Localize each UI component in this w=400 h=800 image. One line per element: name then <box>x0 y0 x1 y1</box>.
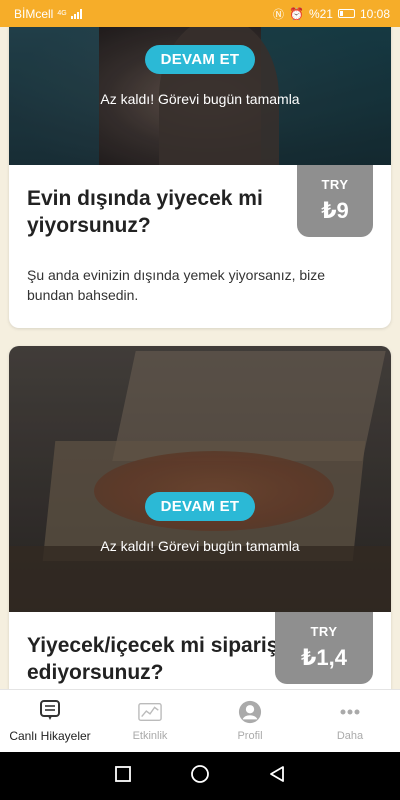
battery-icon <box>337 9 355 18</box>
price-amount: ₺1,4 <box>301 645 347 670</box>
nav-label: Profil <box>237 730 263 742</box>
nav-live-stories[interactable]: Canlı Hikayeler <box>0 690 100 752</box>
nav-label: Daha <box>336 730 364 742</box>
chat-bubble-icon <box>38 699 62 723</box>
story-description: Şu anda evinizin dışında yemek yiyorsanı… <box>27 267 326 303</box>
more-dots-icon <box>338 700 362 724</box>
alarm-icon: ⏰ <box>288 6 304 21</box>
nfc-icon: Ⓝ <box>272 8 284 21</box>
back-icon[interactable] <box>268 765 286 788</box>
network-type: 4G <box>57 10 67 17</box>
system-nav-bar <box>0 752 400 800</box>
nav-profile[interactable]: Profil <box>200 690 300 752</box>
price-currency: TRY <box>310 624 338 639</box>
clock-time: 10:08 <box>359 6 390 21</box>
cta-note: Az kaldı! Görevi bugün tamamla <box>100 91 300 107</box>
story-card[interactable]: DEVAM ET Az kaldı! Görevi bugün tamamla … <box>9 27 391 328</box>
activity-chart-icon <box>138 700 162 724</box>
story-card-image: DEVAM ET Az kaldı! Görevi bugün tamamla <box>9 346 391 612</box>
continue-button[interactable]: DEVAM ET <box>145 45 255 74</box>
bottom-nav: Canlı Hikayeler Etkinlik Profil Daha <box>0 689 400 752</box>
signal-icon <box>70 8 82 19</box>
recent-apps-icon[interactable] <box>114 765 132 788</box>
story-card-image: DEVAM ET Az kaldı! Görevi bugün tamamla <box>9 27 391 165</box>
status-bar: BİMcell 4G Ⓝ ⏰ %21 10:08 <box>0 0 400 27</box>
price-tag: TRY ₺1,4 <box>275 612 373 684</box>
nav-more[interactable]: Daha <box>300 690 400 752</box>
profile-icon <box>238 700 262 724</box>
nav-label: Canlı Hikayeler <box>9 729 91 743</box>
story-card-body: TRY ₺1,4 Yiyecek/içecek mi sipariş ediyo… <box>9 612 391 686</box>
price-amount: ₺9 <box>321 198 349 223</box>
story-title: Yiyecek/içecek mi sipariş ediyorsunuz? <box>27 634 279 684</box>
price-currency: TRY <box>321 177 349 192</box>
price-tag: TRY ₺9 <box>297 165 373 237</box>
story-card[interactable]: DEVAM ET Az kaldı! Görevi bugün tamamla … <box>9 346 391 689</box>
home-icon[interactable] <box>190 764 210 789</box>
cta-note: Az kaldı! Görevi bugün tamamla <box>100 538 300 554</box>
story-title: Evin dışında yiyecek mi yiyorsunuz? <box>27 187 263 237</box>
carrier-name: BİMcell <box>14 6 54 21</box>
battery-level: %21 <box>308 6 333 21</box>
nav-label: Etkinlik <box>132 730 168 742</box>
continue-button[interactable]: DEVAM ET <box>145 492 255 521</box>
nav-activity[interactable]: Etkinlik <box>100 690 200 752</box>
story-feed[interactable]: DEVAM ET Az kaldı! Görevi bugün tamamla … <box>0 27 400 689</box>
story-card-body: TRY ₺9 Evin dışında yiyecek mi yiyorsunu… <box>9 165 391 305</box>
